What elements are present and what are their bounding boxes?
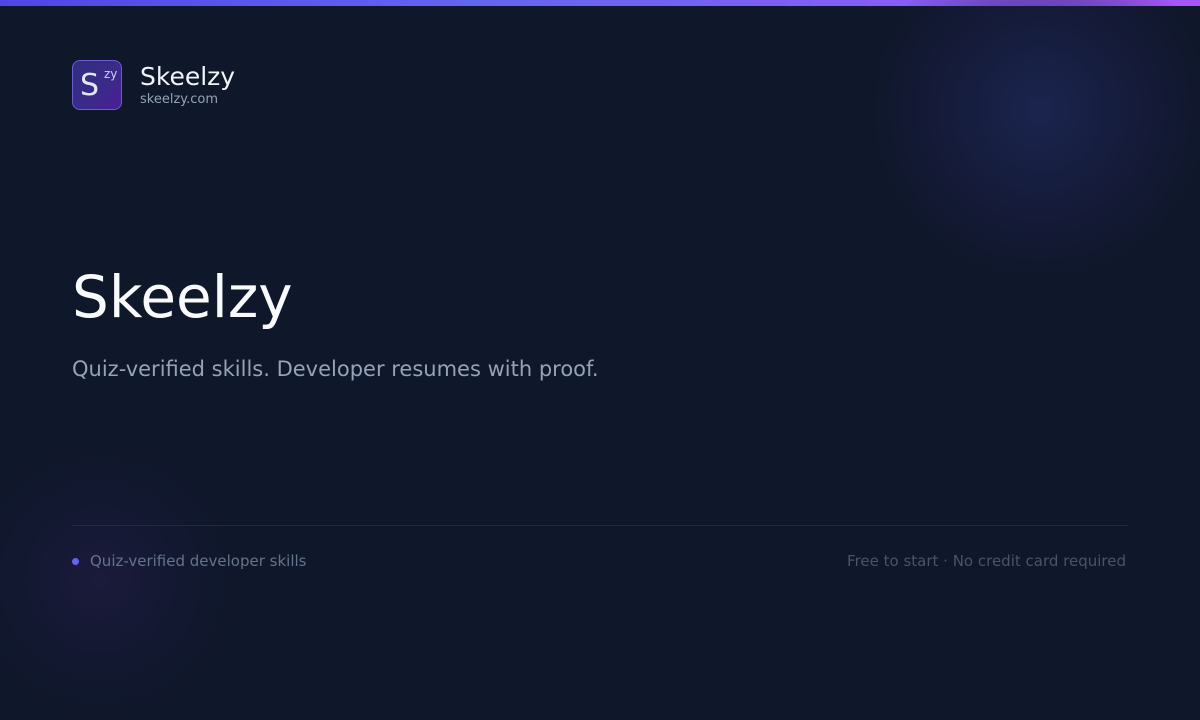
brand-text: Skeelzy skeelzy.com [140,62,235,108]
background-glow-right [870,0,1200,280]
logo-icon: S zy [72,60,122,110]
logo-superscript: zy [104,67,118,81]
brand-domain: skeelzy.com [140,92,219,107]
footer-note: Free to start · No credit card required [847,552,1126,570]
brand-name: Skeelzy [140,62,236,91]
bullet-dot-icon [72,557,79,565]
footer-feature-text: Quiz-verified developer skills [90,552,307,570]
hero-tagline: Quiz-verified skills. Developer resumes … [72,357,599,381]
footer-feature: Quiz-verified developer skills [72,551,306,571]
footer-divider [72,525,1128,526]
brand-header: S zy Skeelzy skeelzy.com [72,60,235,110]
background-glow-left [0,440,240,720]
hero-title: Skeelzy [72,263,293,331]
logo-letter: S [80,68,100,103]
